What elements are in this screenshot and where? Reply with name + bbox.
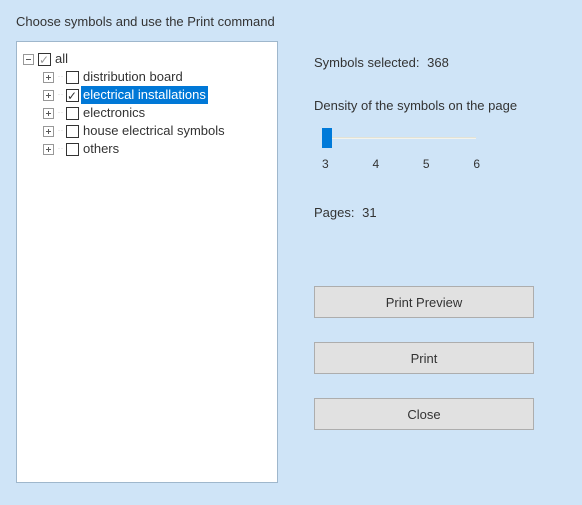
print-preview-button[interactable]: Print Preview <box>314 286 534 318</box>
symbols-selected-value: 368 <box>427 55 449 70</box>
checkbox[interactable] <box>66 107 79 120</box>
checkbox[interactable] <box>66 143 79 156</box>
tick-label: 3 <box>322 157 329 171</box>
tree-node[interactable]: ·· others <box>43 140 271 158</box>
tree-label[interactable]: electrical installations <box>81 86 208 104</box>
tree-connector: ·· <box>58 68 64 86</box>
close-button[interactable]: Close <box>314 398 534 430</box>
tree-node[interactable]: ·· electronics <box>43 104 271 122</box>
tree-label[interactable]: others <box>81 140 121 158</box>
checkbox[interactable] <box>66 125 79 138</box>
tick-label: 5 <box>423 157 430 171</box>
expand-icon[interactable] <box>43 126 54 137</box>
symbols-selected-label: Symbols selected: <box>314 55 420 70</box>
tree-node-all[interactable]: all <box>23 50 271 68</box>
symbols-selected: Symbols selected: 368 <box>314 55 566 70</box>
expand-icon[interactable] <box>43 90 54 101</box>
density-slider[interactable] <box>322 127 480 151</box>
pages-info: Pages: 31 <box>314 205 566 220</box>
expand-icon[interactable] <box>43 72 54 83</box>
instruction-text: Choose symbols and use the Print command <box>16 14 566 29</box>
tick-label: 4 <box>372 157 379 171</box>
pages-value: 31 <box>362 205 376 220</box>
expand-icon[interactable] <box>23 54 34 65</box>
tree-label[interactable]: all <box>53 50 70 68</box>
pages-label: Pages: <box>314 205 354 220</box>
print-button[interactable]: Print <box>314 342 534 374</box>
tree-label[interactable]: house electrical symbols <box>81 122 227 140</box>
density-label: Density of the symbols on the page <box>314 98 566 113</box>
tree-connector: ·· <box>58 122 64 140</box>
tree-label[interactable]: distribution board <box>81 68 185 86</box>
checkbox[interactable] <box>66 89 79 102</box>
tree-connector: ·· <box>58 140 64 158</box>
checkbox[interactable] <box>66 71 79 84</box>
tree-node[interactable]: ·· house electrical symbols <box>43 122 271 140</box>
expand-icon[interactable] <box>43 144 54 155</box>
tree-node[interactable]: ·· electrical installations <box>43 86 271 104</box>
checkbox-all[interactable] <box>38 53 51 66</box>
slider-ticks: 3 4 5 6 <box>322 157 480 171</box>
slider-thumb[interactable] <box>322 128 332 148</box>
tick-label: 6 <box>473 157 480 171</box>
expand-icon[interactable] <box>43 108 54 119</box>
slider-track <box>326 137 476 139</box>
tree-label[interactable]: electronics <box>81 104 147 122</box>
tree-connector: ·· <box>58 104 64 122</box>
symbol-tree: all ·· distribution board <box>16 41 278 483</box>
tree-node[interactable]: ·· distribution board <box>43 68 271 86</box>
tree-connector: ·· <box>58 86 64 104</box>
